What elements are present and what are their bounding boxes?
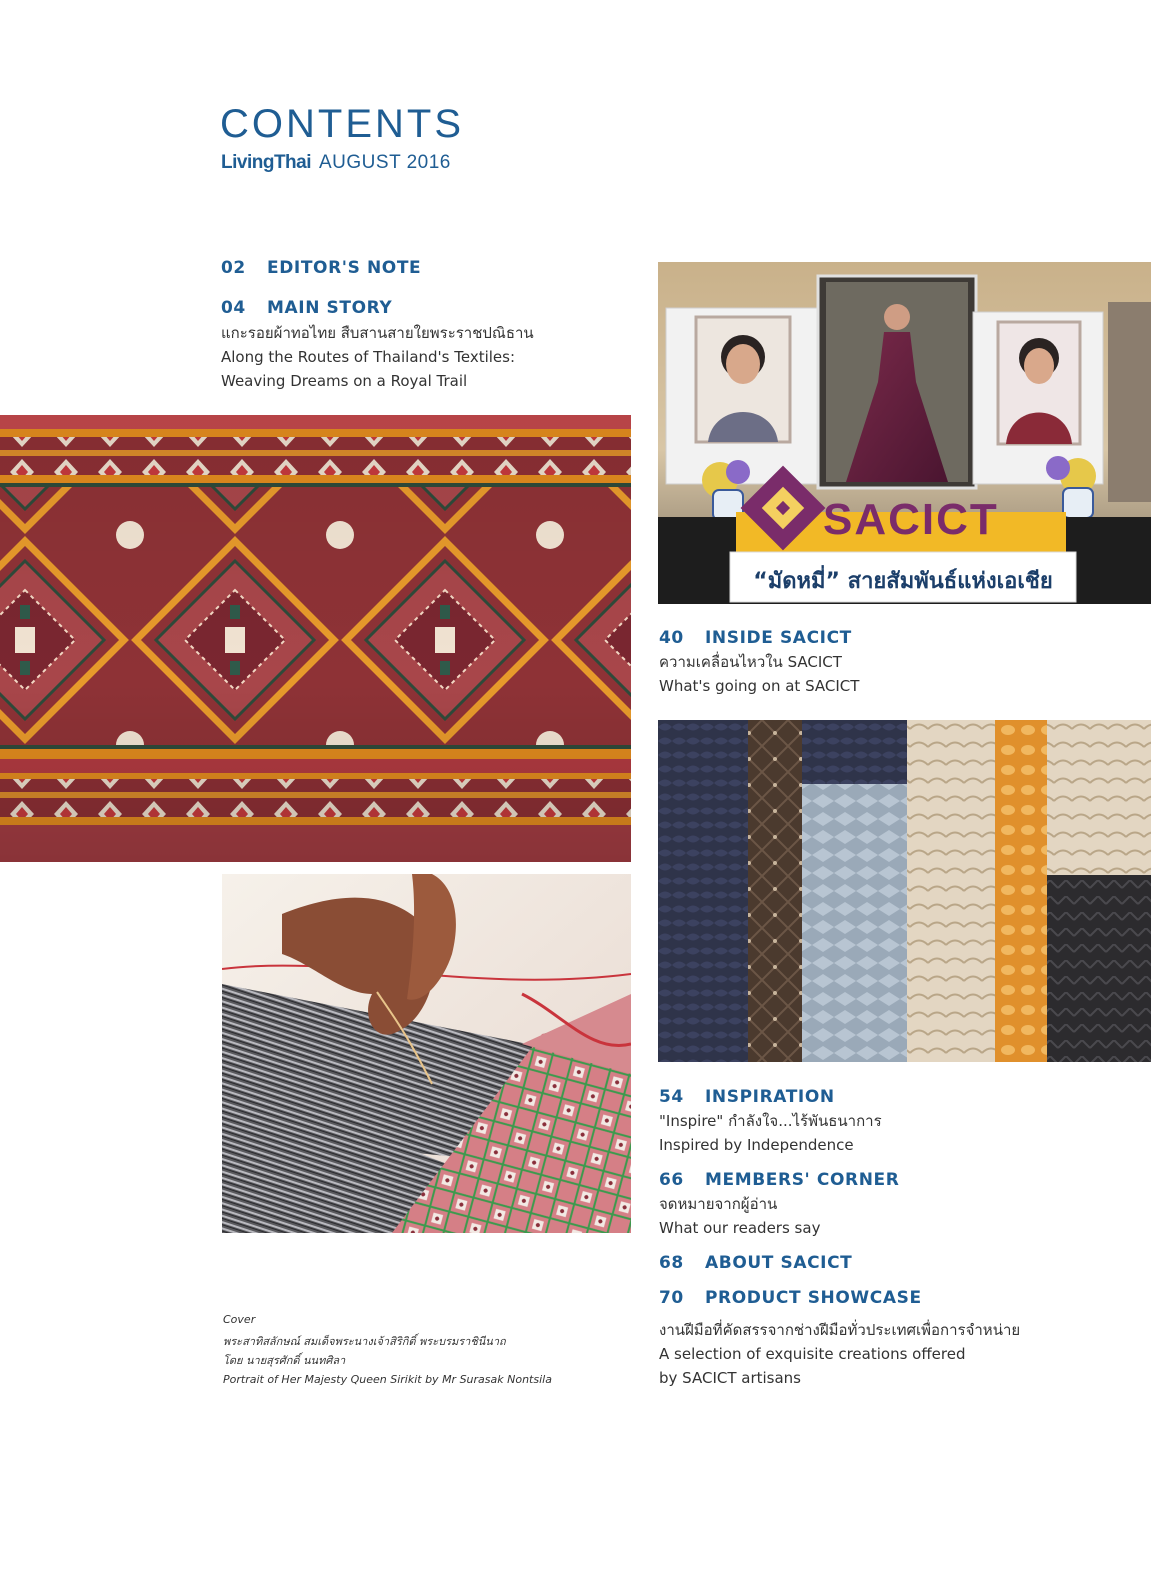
toc-subtitle: Weaving Dreams on a Royal Trail (221, 372, 468, 390)
toc-entry-members-corner[interactable]: 66 MEMBERS' CORNER (659, 1168, 899, 1192)
cover-credit: Portrait of Her Majesty Queen Sirikit by… (223, 1373, 552, 1386)
toc-title: MAIN STORY (267, 298, 393, 318)
toc-title: PRODUCT SHOWCASE (705, 1288, 922, 1308)
magazine-issue: LivingThai AUGUST 2016 (221, 148, 451, 178)
toc-subtitle-thai: แกะรอยผ้าทอไทย สืบสานสายใยพระราชปณิธาน (221, 324, 534, 342)
toc-subtitle: A selection of exquisite creations offer… (659, 1345, 966, 1363)
toc-subtitle: by SACICT artisans (659, 1369, 802, 1387)
issue-date: AUGUST 2016 (319, 152, 451, 173)
toc-subtitle-thai: จดหมายจากผู้อ่าน (659, 1195, 778, 1213)
cover-credit-thai: โดย นายสุรศักดิ์ นนทศิลา (223, 1354, 346, 1367)
page-number: 40 (659, 628, 684, 648)
page-number: 54 (659, 1087, 684, 1107)
cover-credit-thai: พระสาทิสลักษณ์ สมเด็จพระนางเจ้าสิริกิติ์… (223, 1335, 506, 1348)
sacict-logo-text: SACICT (823, 495, 999, 544)
textile-pattern-photo (0, 415, 631, 862)
toc-entry-product-showcase[interactable]: 70 PRODUCT SHOWCASE (659, 1286, 922, 1310)
page-number: 70 (659, 1288, 684, 1308)
brand-name: LivingThai (221, 152, 312, 173)
toc-entry-main-story[interactable]: 04 MAIN STORY (221, 296, 392, 320)
toc-entry-about-sacict[interactable]: 68 ABOUT SACICT (659, 1251, 852, 1275)
toc-subtitle-thai: งานฝีมือที่คัดสรรจากช่างฝีมือทั่วประเทศเ… (659, 1321, 1021, 1339)
sacict-exhibition-photo: SACICT “มัดหมี่” สายสัมพันธ์แห่งเอเชีย (658, 262, 1151, 604)
page-number: 66 (659, 1170, 684, 1190)
toc-subtitle: What our readers say (659, 1219, 821, 1237)
toc-entry-inside-sacict[interactable]: 40 INSIDE SACICT (659, 626, 852, 650)
toc-subtitle: What's going on at SACICT (659, 677, 860, 695)
toc-entry-editors-note[interactable]: 02 EDITOR'S NOTE (221, 256, 421, 280)
toc-title: MEMBERS' CORNER (705, 1170, 900, 1190)
page-number: 02 (221, 258, 246, 278)
toc-subtitle-thai: "Inspire" กำลังใจ...ไร้พันธนาการ (659, 1112, 882, 1130)
pleated-textile-panels-photo (658, 720, 1151, 1062)
cover-label: Cover (223, 1313, 256, 1326)
page-number: 04 (221, 298, 246, 318)
toc-subtitle-thai: ความเคลื่อนไหวใน SACICT (659, 653, 842, 671)
toc-title: INSIDE SACICT (705, 628, 852, 648)
toc-subtitle: Inspired by Independence (659, 1136, 854, 1154)
loom-weaving-photo (222, 874, 631, 1233)
toc-title: EDITOR'S NOTE (267, 258, 422, 278)
page-title: CONTENTS (220, 102, 464, 146)
toc-entry-inspiration[interactable]: 54 INSPIRATION (659, 1085, 835, 1109)
toc-title: INSPIRATION (705, 1087, 835, 1107)
sacict-banner-caption: “มัดหมี่” สายสัมพันธ์แห่งเอเชีย (753, 564, 1052, 594)
toc-subtitle: Along the Routes of Thailand's Textiles: (221, 348, 516, 366)
toc-title: ABOUT SACICT (705, 1253, 853, 1273)
page-number: 68 (659, 1253, 684, 1273)
